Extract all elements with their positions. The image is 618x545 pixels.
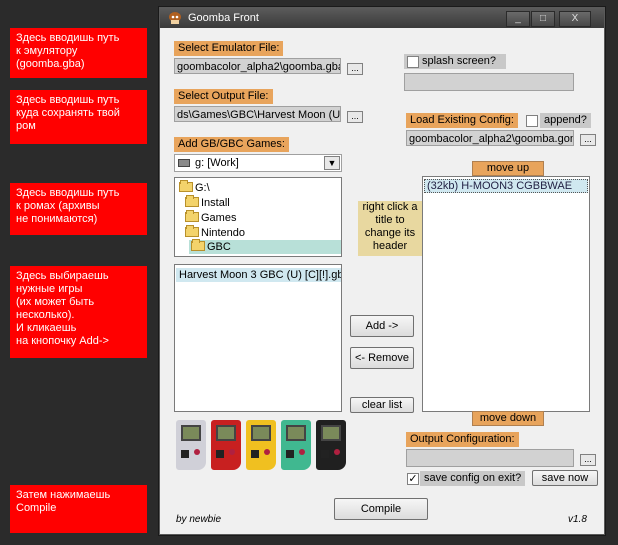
config-label: Load Existing Config: xyxy=(406,113,518,128)
emulator-path-field[interactable]: goombacolor_alpha2\goomba.gba xyxy=(174,58,341,74)
note-output-text: Здесь вводишь путь куда сохранять твой р… xyxy=(16,94,120,132)
drive-select[interactable]: g: [Work] xyxy=(174,154,342,172)
config-browse-button[interactable]: ... xyxy=(580,134,596,146)
save-on-exit-checkbox[interactable]: ✓ xyxy=(407,473,419,485)
gameboy-buttons xyxy=(194,449,200,455)
gameboy-dpad xyxy=(216,450,224,458)
gameboy-image xyxy=(316,420,346,470)
maximize-button[interactable]: □ xyxy=(531,11,555,27)
compile-button[interactable]: Compile xyxy=(334,498,428,520)
gameboy-screen xyxy=(216,425,236,441)
note-select-games: Здесь выбираешь нужные игры (их может бы… xyxy=(10,266,147,358)
drive-select-value: g: [Work] xyxy=(195,157,239,169)
add-games-label: Add GB/GBC Games: xyxy=(174,137,289,152)
chevron-down-icon[interactable]: ▼ xyxy=(324,156,340,170)
goomba-front-window: Goomba Front _ □ X Select Emulator File:… xyxy=(159,7,605,535)
output-browse-button[interactable]: ... xyxy=(347,111,363,123)
tree-item-label: G:\ xyxy=(195,182,210,194)
tree-item[interactable]: G:\ xyxy=(179,180,210,195)
gameboy-buttons xyxy=(264,449,270,455)
clear-list-button[interactable]: clear list xyxy=(350,397,414,413)
gameboy-image xyxy=(211,420,241,470)
file-list[interactable]: Harvest Moon 3 GBC (U) [C][!].gbc xyxy=(174,264,342,412)
append-label: append? xyxy=(540,113,591,128)
move-up-button[interactable]: move up xyxy=(472,161,544,176)
gameboy-buttons xyxy=(299,449,305,455)
title-bar[interactable]: Goomba Front _ □ X xyxy=(160,8,604,28)
save-on-exit-label: save config on exit? xyxy=(420,471,526,486)
splash-checkbox[interactable] xyxy=(407,56,419,68)
rom-list[interactable]: (32kb) H-MOON3 CGBBWAE xyxy=(422,176,590,412)
tree-item[interactable]: Nintendo xyxy=(185,225,246,240)
note-compile-text: Затем нажимаешь Compile xyxy=(16,489,111,514)
header-hint: right click a title to change its header xyxy=(358,201,422,256)
output-path-field[interactable]: ds\Games\GBC\Harvest Moon (U) xyxy=(174,106,341,122)
emulator-label: Select Emulator File: xyxy=(174,41,284,56)
output-config-field[interactable] xyxy=(406,449,574,467)
minimize-button[interactable]: _ xyxy=(506,11,530,27)
splash-field[interactable] xyxy=(404,73,574,91)
note-compile: Затем нажимаешь Compile xyxy=(10,485,147,533)
gameboy-screen xyxy=(286,425,306,441)
emulator-browse-button[interactable]: ... xyxy=(347,63,363,75)
folder-icon xyxy=(185,195,199,207)
gameboy-screen xyxy=(321,425,341,441)
folder-icon xyxy=(185,210,199,222)
note-roms-text: Здесь вводишь путь к ромах (архивы не по… xyxy=(16,187,120,225)
version-label: v1.8 xyxy=(568,514,587,525)
folder-icon xyxy=(185,225,199,237)
output-config-label: Output Configuration: xyxy=(406,432,519,447)
add-button[interactable]: Add -> xyxy=(350,315,414,337)
gameboy-dpad xyxy=(181,450,189,458)
author-credit: by newbie xyxy=(176,514,222,525)
drive-icon xyxy=(178,159,190,167)
gameboy-image xyxy=(281,420,311,470)
gameboy-image xyxy=(246,420,276,470)
remove-button[interactable]: <- Remove xyxy=(350,347,414,369)
goomba-icon xyxy=(169,12,181,24)
note-emulator-text: Здесь вводишь путь к эмулятору (goomba.g… xyxy=(16,32,120,70)
output-config-browse-button[interactable]: ... xyxy=(580,454,596,466)
append-checkbox[interactable] xyxy=(526,115,538,127)
gameboy-dpad xyxy=(286,450,294,458)
tree-item[interactable]: Install xyxy=(185,195,230,210)
note-select-games-text: Здесь выбираешь нужные игры (их может бы… xyxy=(16,270,109,347)
move-down-button[interactable]: move down xyxy=(472,411,544,426)
gameboy-dpad xyxy=(321,450,329,458)
gameboy-screen xyxy=(251,425,271,441)
tree-item-label: GBC xyxy=(207,241,231,253)
gameboy-dpad xyxy=(251,450,259,458)
splash-label: splash screen? xyxy=(404,54,506,69)
close-button[interactable]: X xyxy=(559,11,591,27)
tree-item-selected[interactable]: GBC xyxy=(191,239,231,254)
file-list-item[interactable]: Harvest Moon 3 GBC (U) [C][!].gbc xyxy=(176,268,341,282)
tree-item-label: Install xyxy=(201,197,230,209)
gameboy-buttons xyxy=(334,449,340,455)
config-path-field[interactable]: goombacolor_alpha2\goomba.gom xyxy=(406,130,574,146)
tree-item-label: Games xyxy=(201,212,237,224)
folder-icon xyxy=(179,180,193,192)
window-title: Goomba Front xyxy=(188,12,259,24)
note-roms: Здесь вводишь путь к ромах (архивы не по… xyxy=(10,183,147,235)
gameboy-image xyxy=(176,420,206,470)
note-emulator: Здесь вводишь путь к эмулятору (goomba.g… xyxy=(10,28,147,78)
folder-icon xyxy=(191,239,205,251)
gameboy-buttons xyxy=(229,449,235,455)
rom-list-item[interactable]: (32kb) H-MOON3 CGBBWAE xyxy=(424,179,588,193)
tree-item[interactable]: Games xyxy=(185,210,237,225)
note-output: Здесь вводишь путь куда сохранять твой р… xyxy=(10,90,147,144)
folder-tree[interactable]: G:\ Install Games Nintendo GBC xyxy=(174,177,342,257)
output-label: Select Output File: xyxy=(174,89,273,104)
tree-item-label: Nintendo xyxy=(201,227,246,239)
save-now-button[interactable]: save now xyxy=(532,470,598,486)
gameboy-screen xyxy=(181,425,201,441)
